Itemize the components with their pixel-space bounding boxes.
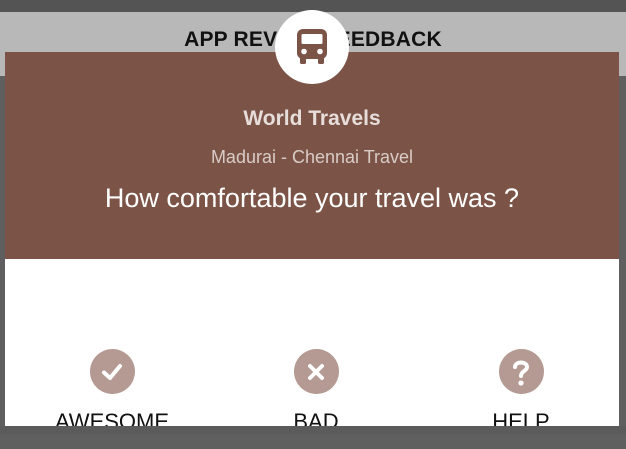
question-text: How comfortable your travel was ? — [104, 183, 520, 213]
awesome-button[interactable]: AWESOME — [32, 349, 192, 449]
close-icon — [293, 349, 339, 394]
route-text: Madurai - Chennai Travel — [210, 147, 414, 167]
help-button[interactable]: HELP — [441, 349, 601, 449]
question-icon — [498, 349, 544, 394]
feedback-dialog: World Travels Madurai - Chennai Travel H… — [5, 52, 619, 434]
bus-icon — [297, 29, 327, 64]
bottom-edge — [0, 426, 626, 434]
bus-icon-badge — [275, 10, 349, 84]
check-icon — [89, 349, 135, 394]
company-name: World Travels — [243, 107, 381, 130]
bad-button[interactable]: BAD — [236, 349, 396, 449]
